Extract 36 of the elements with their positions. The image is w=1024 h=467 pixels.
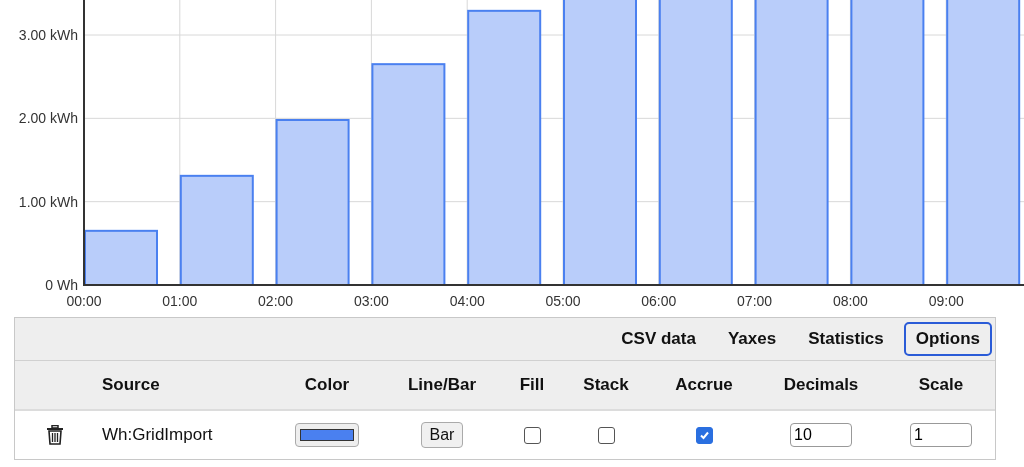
column-header: Fill [519,375,545,395]
x-tick-label: 05:00 [545,293,581,309]
x-tick-label: 07:00 [737,293,773,309]
tab[interactable]: Yaxes [715,322,789,356]
x-tick-label: 03:00 [353,293,389,309]
x-tick-label: 08:00 [832,293,868,309]
y-tick-label: 0 Wh [45,277,78,293]
x-tick-label: 00:00 [66,293,102,309]
tab[interactable]: Options [903,322,992,356]
scale-field[interactable]: 1 [910,423,972,447]
x-tick-label: 06:00 [641,293,677,309]
color-picker[interactable] [295,423,359,447]
trash-icon[interactable] [47,425,63,445]
x-tick-label: 09:00 [928,293,964,309]
column-header: Accrue [675,375,733,395]
y-tick-label: 2.00 kWh [18,110,78,127]
column-header: Scale [918,375,964,395]
tab[interactable]: Statistics [796,322,896,356]
column-header: Stack [583,375,629,395]
column-header: Color [304,375,350,395]
x-tick-label: 01:00 [162,293,198,309]
line-bar-button[interactable]: Bar [420,422,464,448]
x-tick-label: 04:00 [449,293,485,309]
check-icon [698,429,710,441]
column-header: Source [101,375,160,395]
x-tick-label: 02:00 [258,293,294,309]
checkbox[interactable] [695,426,713,444]
column-header: Decimals [783,375,859,395]
checkbox[interactable] [523,426,541,444]
column-header: Line/Bar [408,375,476,395]
y-tick-label: 1.00 kWh [18,193,78,210]
tab[interactable]: CSV data [609,322,708,356]
y-tick-label: 3.00 kWh [18,27,78,43]
checkbox[interactable] [597,426,615,444]
decimals-field[interactable]: 10 [790,423,852,447]
source-name: Wh:GridImport [101,425,214,445]
